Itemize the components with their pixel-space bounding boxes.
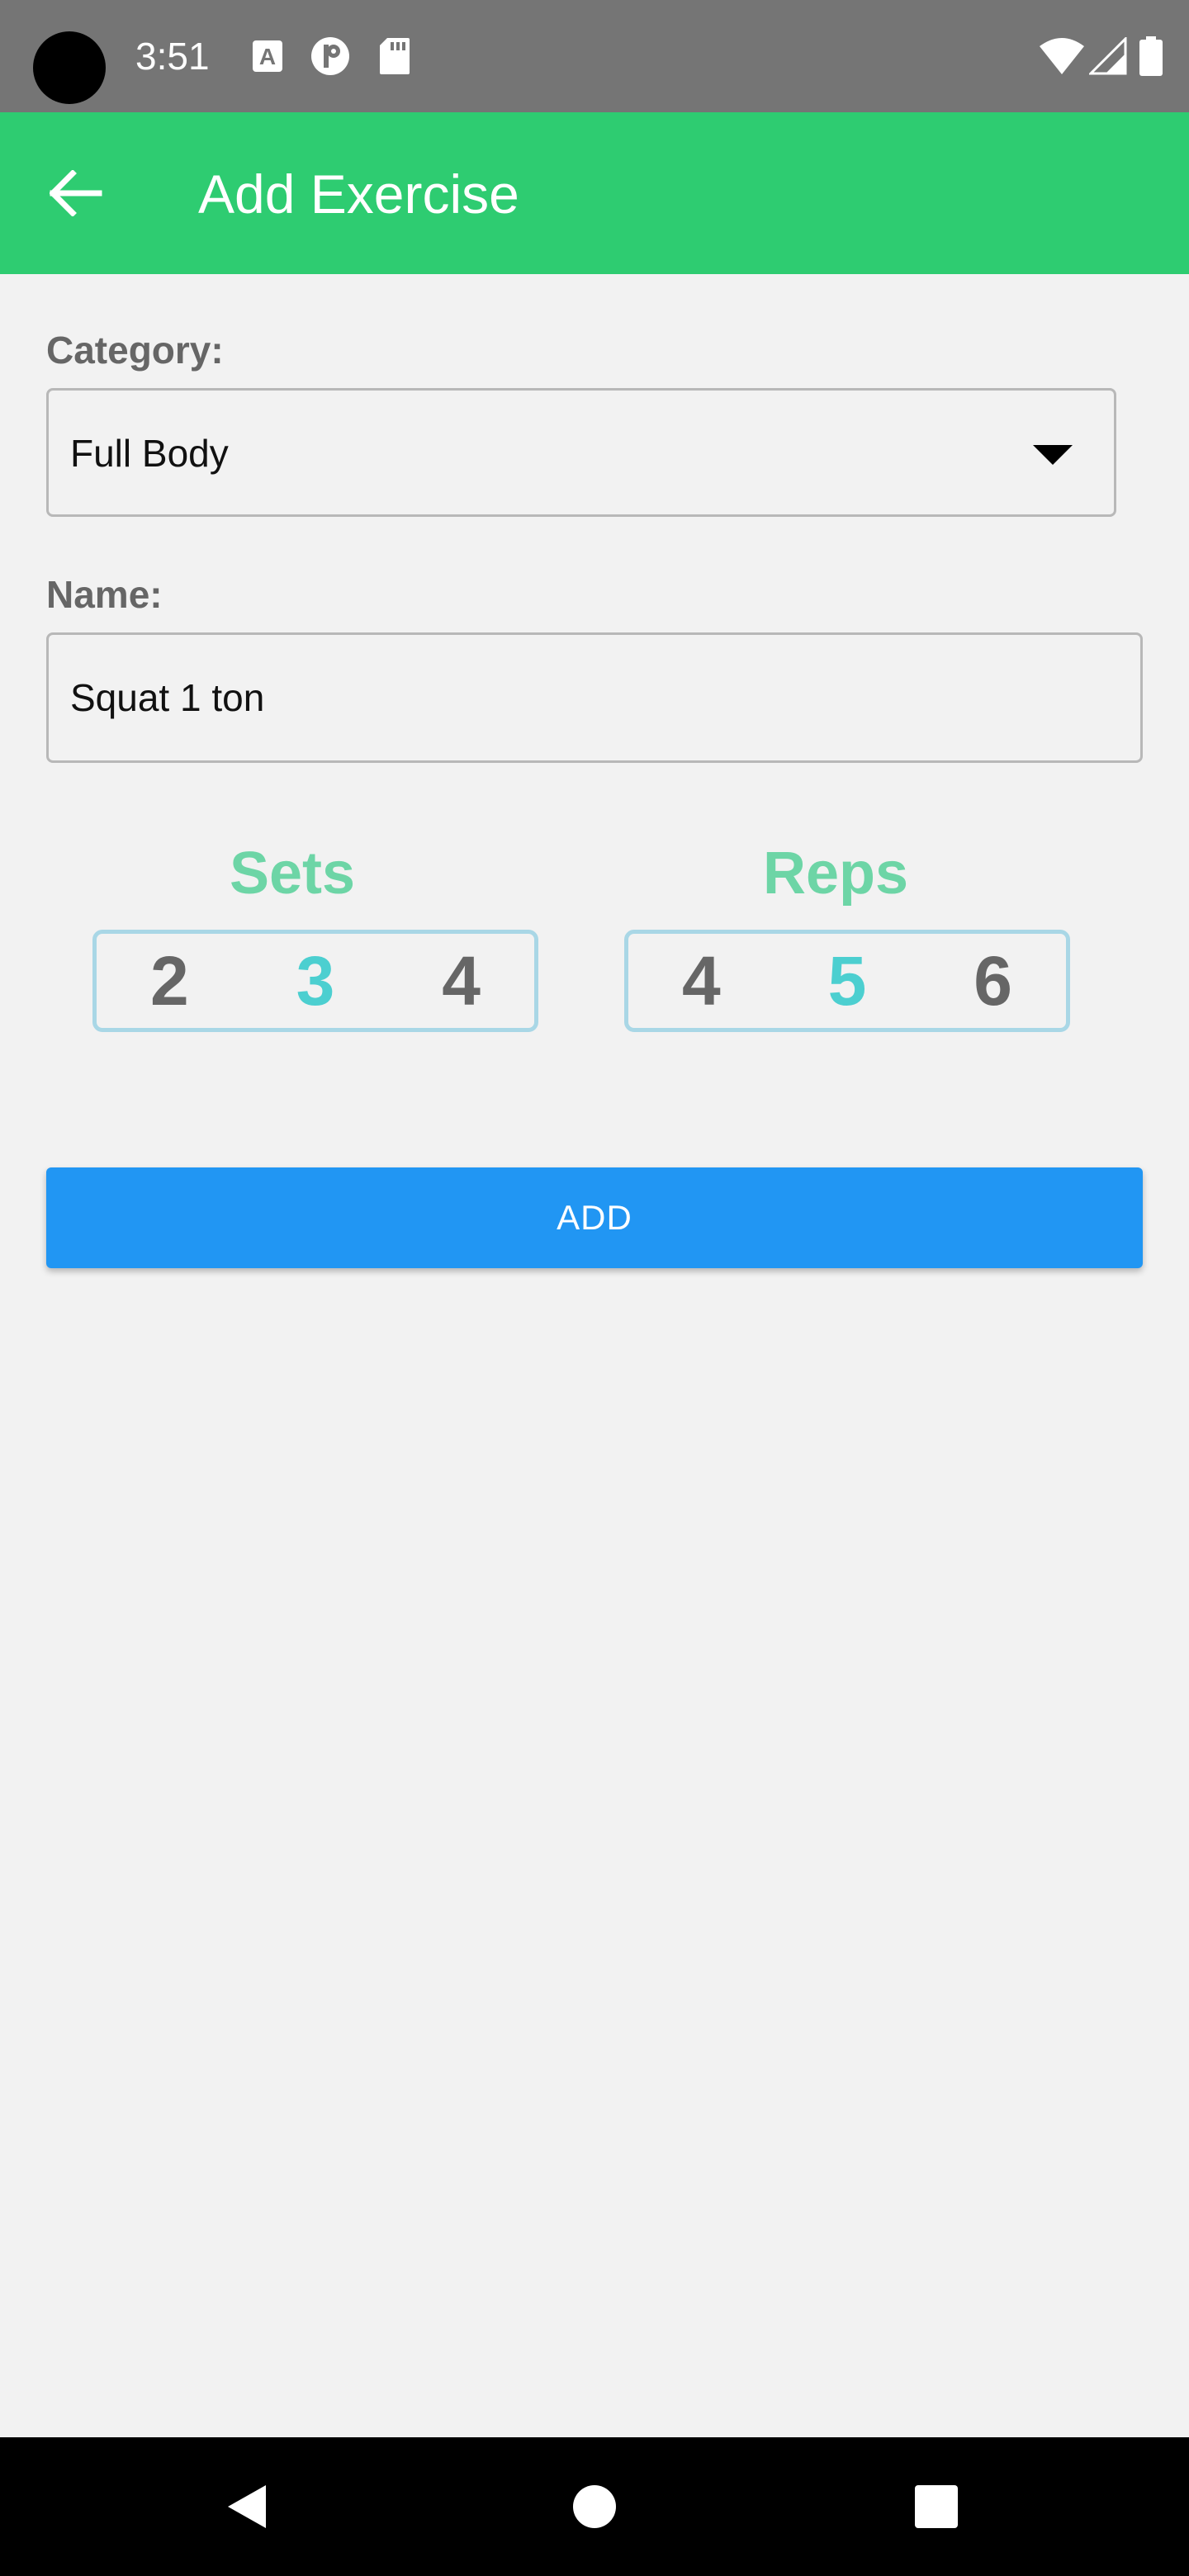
sets-option-next[interactable]: 4	[412, 940, 511, 1022]
reps-option-prev[interactable]: 4	[651, 940, 751, 1022]
name-label: Name:	[46, 573, 163, 616]
nav-recents-button[interactable]	[900, 2470, 973, 2543]
name-input[interactable]	[46, 632, 1143, 763]
signal-icon	[1088, 35, 1128, 78]
font-a-icon: A	[248, 35, 287, 78]
arrow-left-icon	[50, 170, 102, 216]
sets-title: Sets	[229, 841, 356, 907]
p-circle-icon	[310, 35, 350, 78]
page-title: Add Exercise	[198, 163, 519, 225]
sets-number-picker[interactable]: 2 3 4	[92, 930, 538, 1032]
reps-title: Reps	[762, 841, 909, 907]
back-button[interactable]	[33, 150, 119, 236]
recents-square-icon	[915, 2485, 958, 2528]
sets-option-prev[interactable]: 2	[120, 940, 219, 1022]
category-value: Full Body	[70, 432, 229, 475]
reps-number-picker[interactable]: 4 5 6	[624, 930, 1070, 1032]
nav-back-button[interactable]	[211, 2470, 284, 2543]
sets-picker: Sets 2 3 4	[86, 834, 538, 1032]
battery-icon	[1136, 35, 1166, 78]
svg-text:A: A	[259, 44, 276, 69]
app-bar: Add Exercise	[0, 112, 1189, 274]
nav-home-button[interactable]	[558, 2470, 631, 2543]
category-select[interactable]: Full Body	[46, 388, 1116, 517]
category-label: Category:	[46, 329, 224, 372]
status-time: 3:51	[135, 35, 210, 78]
back-triangle-icon	[228, 2485, 266, 2528]
sets-option-selected[interactable]: 3	[266, 940, 365, 1022]
add-button[interactable]: ADD	[46, 1167, 1143, 1268]
status-bar: 3:51 A	[0, 0, 1189, 112]
sd-card-icon	[375, 35, 414, 78]
reps-option-next[interactable]: 6	[944, 940, 1043, 1022]
caret-down-icon	[1033, 445, 1073, 465]
wifi-icon	[1039, 35, 1085, 78]
reps-picker: Reps 4 5 6	[621, 834, 1070, 1032]
home-circle-icon	[573, 2485, 616, 2528]
navigation-bar	[0, 2437, 1189, 2576]
camera-cutout	[33, 31, 106, 104]
reps-option-selected[interactable]: 5	[798, 940, 897, 1022]
